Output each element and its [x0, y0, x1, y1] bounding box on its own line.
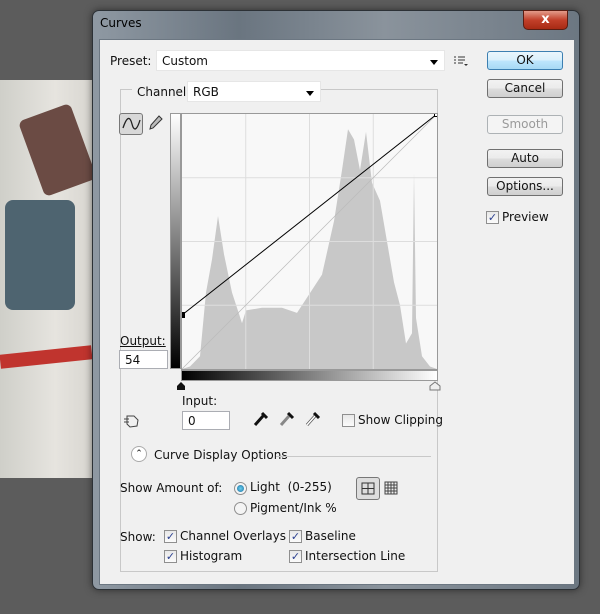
output-field[interactable]: 54	[119, 350, 168, 369]
background-photo	[0, 80, 92, 478]
input-label: Input:	[182, 394, 218, 408]
show-label: Show:	[120, 530, 156, 544]
padlock-shape	[5, 200, 75, 310]
red-ribbon	[0, 345, 92, 369]
baseline-checkbox[interactable]: ✓	[289, 530, 302, 543]
channel-label: Channel:	[132, 85, 196, 99]
curve-graph[interactable]	[181, 113, 438, 370]
light-label: Light (0-255)	[250, 480, 332, 494]
ok-button[interactable]: OK	[487, 51, 563, 70]
show-clipping-checkbox[interactable]	[342, 414, 355, 427]
collapse-options-icon[interactable]: ⌃	[131, 446, 147, 462]
preview-label: Preview	[502, 210, 549, 224]
pencil-icon[interactable]	[147, 114, 163, 132]
cancel-button[interactable]: Cancel	[487, 79, 563, 98]
intersection-line-label: Intersection Line	[305, 549, 406, 563]
curve-display-options-label: Curve Display Options	[154, 448, 288, 462]
pigment-radio[interactable]	[234, 502, 247, 515]
channel-select[interactable]: RGB	[187, 81, 321, 102]
white-eyedropper-icon[interactable]	[304, 409, 322, 427]
histogram-checkbox[interactable]: ✓	[164, 550, 177, 563]
input-gradient-bar	[181, 370, 438, 381]
preset-value: Custom	[162, 54, 208, 68]
dialog-body: Preset: Custom OK Cancel Smooth Auto Opt…	[99, 39, 575, 585]
white-point-slider[interactable]	[429, 381, 441, 391]
show-amount-label: Show Amount of:	[120, 481, 223, 495]
channel-overlays-label: Channel Overlays	[180, 529, 286, 543]
channel-overlays-checkbox[interactable]: ✓	[164, 530, 177, 543]
preset-label: Preset:	[110, 54, 152, 68]
gray-eyedropper-icon[interactable]	[278, 409, 296, 427]
close-button[interactable]: x	[523, 10, 568, 30]
smooth-button[interactable]: Smooth	[487, 115, 563, 134]
detailed-grid-icon[interactable]	[384, 481, 398, 495]
chevron-down-icon	[430, 60, 438, 65]
channel-value: RGB	[193, 85, 219, 99]
preset-menu-icon[interactable]	[454, 55, 468, 67]
intersection-line-checkbox[interactable]: ✓	[289, 550, 302, 563]
curve-point	[182, 312, 185, 318]
output-gradient-bar	[170, 113, 181, 369]
window-title: Curves	[100, 16, 142, 30]
auto-button[interactable]: Auto	[487, 149, 563, 168]
histogram-label: Histogram	[180, 549, 243, 563]
simple-grid-icon	[361, 482, 375, 495]
show-clipping-label: Show Clipping	[358, 413, 444, 427]
on-image-adjust-hand-icon[interactable]	[122, 412, 142, 430]
curve-icon	[122, 117, 141, 130]
pigment-label: Pigment/Ink %	[250, 501, 337, 515]
close-icon: x	[541, 12, 550, 27]
preview-checkbox[interactable]: ✓	[486, 211, 499, 224]
preset-select[interactable]: Custom	[156, 50, 445, 71]
black-point-slider[interactable]	[176, 381, 186, 391]
output-label: Output:	[120, 334, 166, 348]
curves-dialog: Curves x Preset: Custom OK Cancel Smooth…	[92, 10, 580, 590]
chevron-down-icon	[306, 91, 314, 96]
curve-tool-button[interactable]	[119, 113, 143, 135]
baseline-label: Baseline	[305, 529, 356, 543]
black-eyedropper-icon[interactable]	[252, 409, 270, 427]
input-field[interactable]: 0	[182, 411, 230, 430]
curve-point	[434, 114, 437, 117]
padlock-shape	[17, 103, 92, 197]
light-radio[interactable]	[234, 482, 247, 495]
simple-grid-button[interactable]	[356, 477, 380, 500]
divider	[276, 456, 431, 457]
options-button[interactable]: Options...	[487, 177, 563, 196]
